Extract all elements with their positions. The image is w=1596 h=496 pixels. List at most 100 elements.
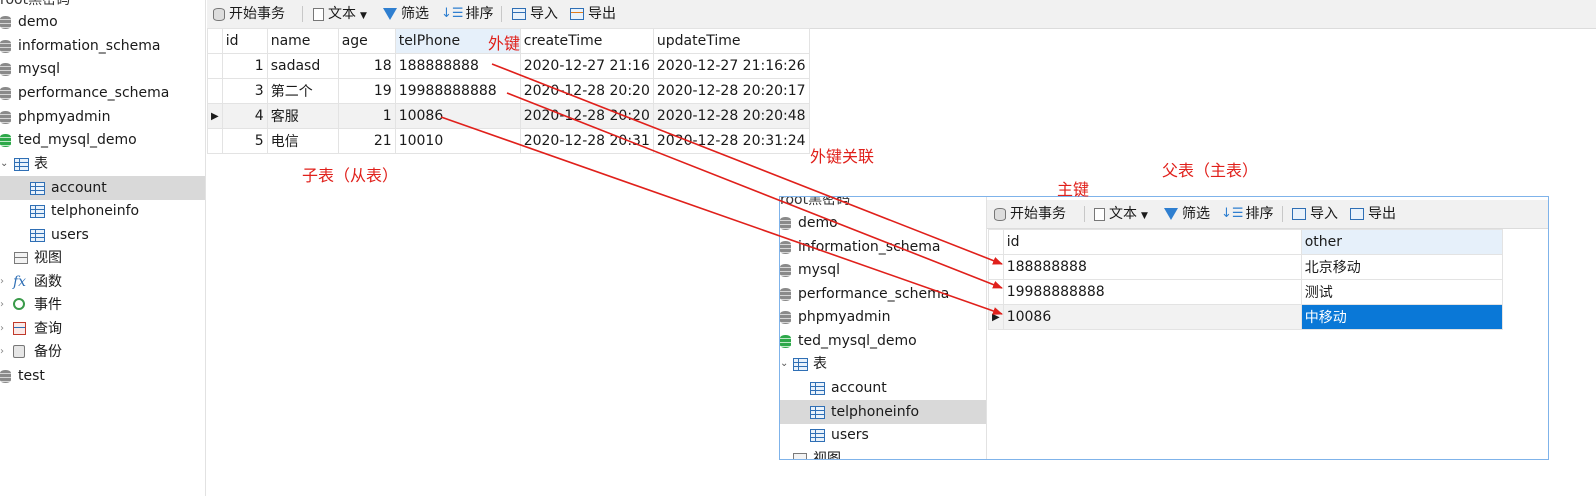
table-row[interactable]: ▶ 4 客服 1 10086 2020-12-28 20:20 2020-12-… [207, 103, 810, 129]
begin-transaction-button[interactable]: 开始事务 [994, 204, 1066, 224]
tree-table-account[interactable]: account [0, 176, 205, 200]
column-header[interactable]: other [1300, 229, 1503, 255]
chevron-right-icon[interactable]: › [0, 270, 4, 294]
cell-telphone[interactable]: 10086 [394, 103, 521, 129]
cell-other-selected[interactable]: 中移动 [1300, 304, 1503, 330]
filter-button[interactable]: 筛选 [383, 4, 429, 24]
row-marker[interactable] [207, 53, 223, 79]
tree-db-label: mysql [798, 262, 840, 278]
inset-tree-connection[interactable]: root黑密码 [780, 197, 850, 212]
cell-telphone[interactable]: 188888888 [394, 53, 521, 79]
cell-telphone[interactable]: 10010 [394, 128, 521, 154]
cell-id[interactable]: 4 [221, 103, 268, 129]
column-header[interactable]: age [337, 28, 396, 54]
document-icon [313, 7, 324, 21]
parent-table-grid: id other 188888888 北京移动 19988888888 测试 ▶… [988, 229, 1503, 330]
cell-updatetime[interactable]: 2020-12-28 20:31:24 [652, 128, 810, 154]
cell-name[interactable]: 电信 [266, 128, 339, 154]
toolbar-label: 筛选 [401, 6, 429, 22]
row-marker[interactable]: ▶ [988, 304, 1004, 330]
column-header[interactable]: updateTime [652, 28, 810, 54]
cell-createtime[interactable]: 2020-12-27 21:16 [519, 53, 654, 79]
tree-node-label: 事件 [34, 297, 62, 313]
filter-button[interactable]: 筛选 [1164, 204, 1210, 224]
cell-createtime[interactable]: 2020-12-28 20:20 [519, 78, 654, 104]
chevron-down-icon: ▼ [360, 11, 367, 21]
tree-db-label: ted_mysql_demo [18, 132, 137, 148]
chevron-right-icon[interactable]: › [0, 340, 4, 364]
cell-age[interactable]: 1 [337, 103, 396, 129]
tree-db-label: demo [798, 215, 838, 231]
table-row[interactable]: 3 第二个 19 19988888888 2020-12-28 20:20 20… [207, 78, 810, 104]
annotation-fk-relation: 外键关联 [810, 147, 875, 166]
tree-db-label: phpmyadmin [798, 309, 891, 325]
inset-tree-table-telphoneinfo[interactable]: telphoneinfo [780, 400, 986, 424]
sort-icon: ↓☰ [441, 6, 464, 21]
row-marker[interactable] [207, 78, 223, 104]
table-row[interactable]: 19988888888 测试 [988, 279, 1503, 305]
annotation-parent-table: 父表（主表） [1162, 161, 1259, 180]
sort-button[interactable]: ↓☰ 排序 [441, 4, 494, 24]
export-button[interactable]: 导出 [570, 4, 616, 24]
cell-createtime[interactable]: 2020-12-28 20:20 [519, 103, 654, 129]
column-header[interactable]: name [266, 28, 339, 54]
chevron-down-icon[interactable]: ⌄ [0, 152, 8, 176]
cell-updatetime[interactable]: 2020-12-28 20:20:17 [652, 78, 810, 104]
chevron-right-icon[interactable]: › [0, 293, 4, 317]
table-icon [810, 429, 825, 442]
import-button[interactable]: 导入 [512, 4, 558, 24]
table-icon [30, 205, 45, 218]
annotation-foreign-key: 外键 [488, 34, 521, 53]
row-marker[interactable]: ▶ [207, 103, 223, 129]
tree-node-label: 查询 [34, 321, 62, 337]
table-icon [810, 382, 825, 395]
cell-other[interactable]: 测试 [1300, 279, 1503, 305]
export-button[interactable]: 导出 [1350, 204, 1396, 224]
cell-id[interactable]: 188888888 [1002, 254, 1302, 280]
cell-other[interactable]: 北京移动 [1300, 254, 1503, 280]
tree-db-label: test [18, 368, 45, 384]
annotation-child-table: 子表（从表） [302, 166, 399, 185]
row-marker[interactable] [988, 279, 1004, 305]
cell-id[interactable]: 3 [221, 78, 268, 104]
cell-id[interactable]: 1 [221, 53, 268, 79]
cell-createtime[interactable]: 2020-12-28 20:31 [519, 128, 654, 154]
cell-updatetime[interactable]: 2020-12-27 21:16:26 [652, 53, 810, 79]
cell-name[interactable]: sadasd [266, 53, 339, 79]
tree-db-label: performance_schema [18, 85, 170, 101]
cell-age[interactable]: 21 [337, 128, 396, 154]
begin-transaction-button[interactable]: 开始事务 [213, 4, 285, 24]
chevron-right-icon[interactable]: › [0, 317, 4, 341]
table-row[interactable]: 5 电信 21 10010 2020-12-28 20:31 2020-12-2… [207, 128, 810, 154]
column-header[interactable]: id [221, 28, 268, 54]
connection-label: root黑密码 [0, 0, 71, 8]
chevron-down-icon[interactable]: ⌄ [780, 352, 788, 376]
cell-age[interactable]: 18 [337, 53, 396, 79]
cell-id[interactable]: 5 [221, 128, 268, 154]
cell-updatetime[interactable]: 2020-12-28 20:20:48 [652, 103, 810, 129]
table-row[interactable]: ▶ 10086 中移动 [988, 304, 1503, 330]
chevron-down-icon: ▼ [1141, 211, 1148, 221]
database-icon [780, 241, 791, 254]
cell-age[interactable]: 19 [337, 78, 396, 104]
table-row[interactable]: 188888888 北京移动 [988, 254, 1503, 280]
table-icon [30, 182, 45, 195]
cell-telphone[interactable]: 19988888888 [394, 78, 521, 104]
database-icon [780, 264, 791, 277]
import-button[interactable]: 导入 [1292, 204, 1338, 224]
tree-node-label: 备份 [34, 344, 62, 360]
row-marker[interactable] [988, 254, 1004, 280]
text-view-button[interactable]: 文本 ▼ [1094, 204, 1148, 224]
sort-button[interactable]: ↓☰ 排序 [1221, 204, 1274, 224]
table-row[interactable]: 1 sadasd 18 188888888 2020-12-27 21:16 2… [207, 53, 810, 79]
tree-node-label: 函数 [34, 274, 62, 290]
column-header[interactable]: id [1002, 229, 1302, 255]
cell-name[interactable]: 第二个 [266, 78, 339, 104]
main-toolbar: 开始事务 文本 ▼ 筛选 ↓☰ 排序 导入 导出 [207, 0, 1596, 29]
row-marker[interactable] [207, 128, 223, 154]
cell-id[interactable]: 19988888888 [1002, 279, 1302, 305]
cell-id[interactable]: 10086 [1002, 304, 1302, 330]
cell-name[interactable]: 客服 [266, 103, 339, 129]
text-view-button[interactable]: 文本 ▼ [313, 4, 367, 24]
column-header[interactable]: createTime [519, 28, 654, 54]
